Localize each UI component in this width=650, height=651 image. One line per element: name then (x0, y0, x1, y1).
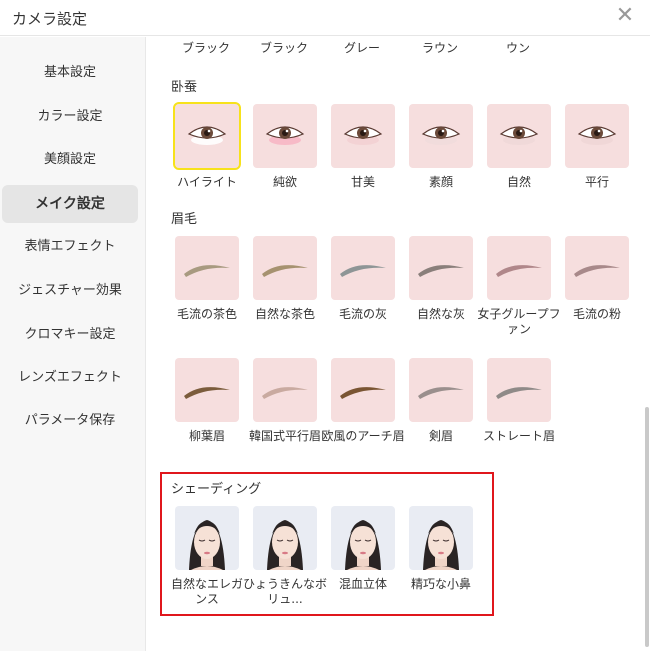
eyebrow-icon (496, 265, 542, 277)
eye-icon (577, 126, 617, 145)
eyebag-item-label: 自然 (506, 175, 531, 189)
title-bar: カメラ設定 ✕ (0, 0, 650, 36)
partial-item-label: ラウン (421, 41, 458, 55)
eyebrow-item-label: 欧風のアーチ眉 (321, 429, 405, 443)
eyebrow-icon (340, 265, 386, 277)
sidebar-item-color[interactable]: カラー設定 (2, 98, 138, 136)
eyebrow-item-thumbnail[interactable] (253, 358, 317, 422)
eyebrow-item-thumbnail[interactable] (331, 358, 395, 422)
sidebar-item-basic[interactable]: 基本設定 (2, 54, 138, 92)
eyebrow-item[interactable]: ストレート眉 (483, 358, 555, 444)
eyebrow-item-label: 女子グループファン (477, 307, 561, 336)
eyebag-item[interactable]: 平行 (565, 104, 631, 190)
eyebrow-item-label: 柳葉眉 (188, 429, 225, 443)
eye-icon (421, 126, 461, 145)
eyebrow-icon (262, 265, 308, 277)
eyebrow-item-label: 自然な茶色 (254, 307, 315, 321)
eye-icon (343, 126, 383, 145)
eyebrow-item-thumbnail[interactable] (175, 358, 239, 422)
eyebrow-item-thumbnail[interactable] (487, 236, 551, 300)
eyebrow-item-label: 剣眉 (428, 429, 453, 443)
eyebrow-item-thumbnail[interactable] (409, 358, 473, 422)
eyebrow-icon (340, 387, 386, 399)
sidebar-item-lens[interactable]: レンズエフェクト (2, 359, 138, 397)
eyebrow-item-label: 自然な灰 (416, 307, 465, 321)
shading-highlight-box (160, 472, 494, 616)
eyebrow-icon (418, 387, 464, 399)
eyebrow-item-label: 韓国式平行眉 (248, 429, 321, 443)
eyebrow-item-label: 毛流の粉 (572, 307, 621, 321)
partial-item-label: グレー (343, 41, 380, 55)
eyebag-item-thumbnail[interactable] (487, 104, 551, 168)
close-icon[interactable]: ✕ (614, 5, 636, 27)
eyebrow-item-label: ストレート眉 (482, 429, 555, 443)
eyebag-item-label: 甘美 (350, 175, 375, 189)
sidebar-item-gesture[interactable]: ジェスチャー効果 (2, 272, 138, 310)
sidebar-item-beauty[interactable]: 美顔設定 (2, 141, 138, 179)
eyebrow-icon (184, 265, 230, 277)
sidebar-item-expression[interactable]: 表情エフェクト (2, 228, 138, 266)
eyebag-item[interactable]: 自然 (487, 104, 553, 190)
eyebrow-item-thumbnail[interactable] (487, 358, 551, 422)
sidebar-item-chromakey[interactable]: クロマキー設定 (2, 316, 138, 354)
eyebag-item[interactable]: 甘美 (331, 104, 397, 190)
eye-icon (187, 126, 227, 145)
eye-icon (499, 126, 539, 145)
eyebrow-item[interactable]: 自然な茶色 (253, 236, 319, 322)
eyebrow-item-thumbnail[interactable] (253, 236, 317, 300)
eyebag-item-label: 平行 (584, 175, 609, 189)
eyebrow-item-label: 毛流の茶色 (176, 307, 237, 321)
sidebar-item-params[interactable]: パラメータ保存 (2, 402, 138, 440)
eyebag-item[interactable]: 素顔 (409, 104, 475, 190)
eye-icon (265, 126, 305, 145)
eyebag-item-thumbnail[interactable] (331, 104, 395, 168)
eyebrow-item-thumbnail[interactable] (409, 236, 473, 300)
partial-item-label: ブラック (259, 41, 308, 55)
eyebag-item[interactable]: 純欲 (253, 104, 319, 190)
window-title: カメラ設定 (12, 10, 88, 28)
eyebrow-item[interactable]: 柳葉眉 (175, 358, 241, 444)
eyebrow-item[interactable]: 自然な灰 (409, 236, 475, 322)
eyebag-item-label: 純欲 (272, 175, 297, 189)
eyebrow-icon (496, 387, 542, 399)
sidebar: 基本設定 カラー設定 美顔設定 メイク設定 表情エフェクト ジェスチャー効果 ク… (0, 37, 146, 651)
eyebrow-item[interactable]: 欧風のアーチ眉 (321, 358, 405, 444)
section-label-eyebag: 卧蚕 (171, 80, 198, 95)
eyebag-item-thumbnail[interactable] (173, 102, 241, 170)
eyebrow-item-thumbnail[interactable] (175, 236, 239, 300)
eyebag-item-thumbnail[interactable] (253, 104, 317, 168)
eyebrow-item-thumbnail[interactable] (331, 236, 395, 300)
eyebag-item-label: ハイライト (177, 175, 237, 189)
eyebrow-icon (418, 265, 464, 277)
partial-item-label: ブラック (181, 41, 230, 55)
eyebrow-item[interactable]: 韓国式平行眉 (249, 358, 321, 444)
eyebrow-item[interactable]: 剣眉 (409, 358, 475, 444)
eyebag-item[interactable]: ハイライト (173, 102, 241, 190)
eyebrow-icon (262, 387, 308, 399)
eyebrow-item-thumbnail[interactable] (565, 236, 629, 300)
eyebag-item-label: 素顔 (428, 175, 453, 189)
eyebrow-item[interactable]: 毛流の茶色 (175, 236, 241, 322)
section-label-eyebrow: 眉毛 (171, 212, 198, 227)
eyebrow-item-label: 毛流の灰 (338, 307, 387, 321)
eyebrow-icon (574, 265, 620, 277)
eyebag-item-thumbnail[interactable] (409, 104, 473, 168)
scrollbar[interactable] (645, 407, 649, 647)
eyebrow-item[interactable]: 毛流の灰 (331, 236, 397, 322)
partial-item-label: ウン (505, 41, 530, 55)
eyebrow-item[interactable]: 女子グループファン (477, 236, 561, 337)
eyebrow-item[interactable]: 毛流の粉 (565, 236, 631, 322)
eyebag-item-thumbnail[interactable] (565, 104, 629, 168)
eyebrow-icon (184, 387, 230, 399)
sidebar-item-makeup[interactable]: メイク設定 (2, 185, 138, 223)
